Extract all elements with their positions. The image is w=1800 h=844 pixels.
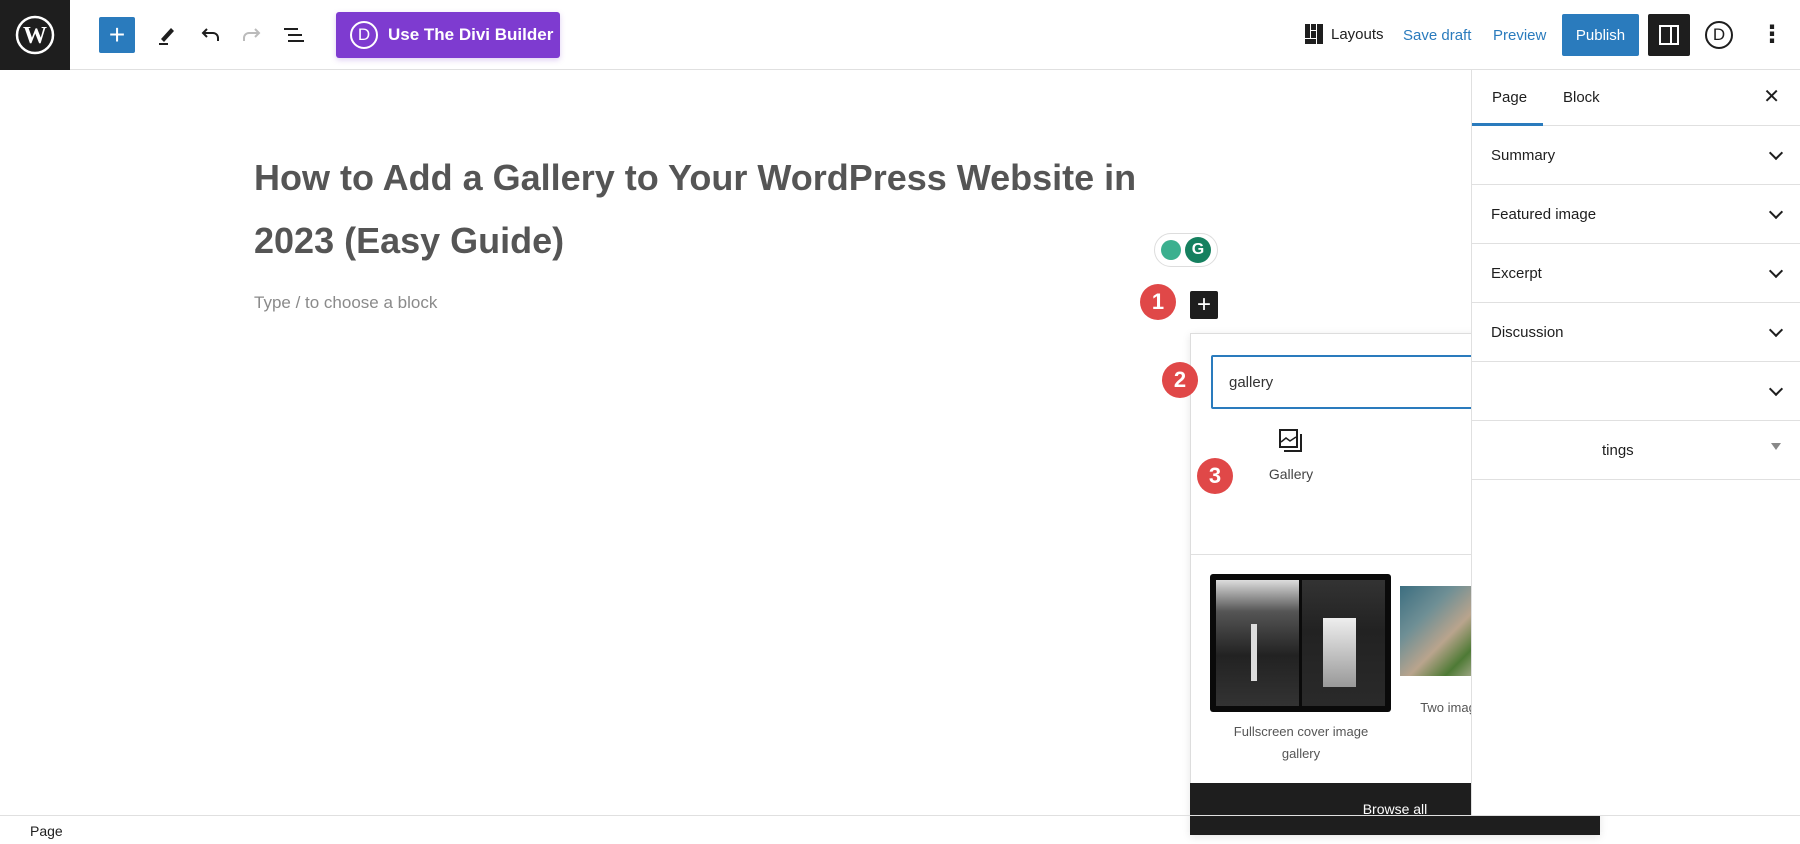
undo-icon[interactable] (195, 20, 225, 50)
layouts-label: Layouts (1331, 25, 1384, 43)
lightbulb-icon (1161, 240, 1181, 260)
options-menu-icon[interactable]: ⋮ (1760, 20, 1784, 49)
chevron-down-icon (1768, 322, 1784, 338)
panel-discussion[interactable]: Discussion (1472, 303, 1800, 362)
panel-summary[interactable]: Summary (1472, 126, 1800, 185)
waterfall-image-2 (1302, 580, 1385, 706)
waterfall-image-1 (1216, 580, 1299, 706)
layouts-button[interactable]: Layouts (1305, 24, 1384, 44)
panel-label: tings (1602, 441, 1634, 459)
panel-label: Discussion (1491, 323, 1564, 341)
chevron-down-icon (1768, 381, 1784, 397)
chevron-down-icon (1768, 145, 1784, 161)
annotation-badge-3: 3 (1197, 458, 1233, 494)
panel-excerpt[interactable]: Excerpt (1472, 244, 1800, 303)
document-overview-icon[interactable] (279, 20, 309, 50)
pattern-label: Fullscreen cover image gallery (1233, 724, 1369, 761)
panel-label: Summary (1491, 146, 1556, 164)
annotation-badge-1: 1 (1140, 284, 1176, 320)
inline-add-block-button[interactable]: + (1190, 291, 1218, 319)
wordpress-logo-icon[interactable]: W (0, 0, 70, 70)
panel-hidden[interactable] (1472, 362, 1800, 421)
add-block-button[interactable]: + (99, 17, 135, 53)
breadcrumb-page[interactable]: Page (30, 823, 63, 839)
panel-label: Excerpt (1491, 264, 1542, 282)
preview-button[interactable]: Preview (1493, 27, 1546, 44)
divi-builder-label: Use The Divi Builder (388, 25, 554, 44)
chevron-down-icon (1768, 204, 1784, 220)
layouts-icon (1305, 24, 1323, 44)
publish-button[interactable]: Publish (1562, 14, 1639, 56)
grammarly-icon: G (1185, 237, 1211, 263)
settings-sidebar-toggle[interactable] (1648, 14, 1690, 56)
settings-sidebar: Page Block ✕ Summary Featured image Exce… (1471, 70, 1800, 815)
gallery-icon (1279, 429, 1302, 452)
tab-page[interactable]: Page (1492, 70, 1527, 125)
svg-text:W: W (23, 23, 47, 49)
sidebar-icon (1659, 25, 1679, 45)
gallery-block-label: Gallery (1268, 466, 1314, 482)
tab-block[interactable]: Block (1563, 70, 1600, 125)
pattern-fullscreen-cover-gallery[interactable] (1210, 574, 1391, 712)
panel-settings[interactable]: tings (1472, 421, 1800, 480)
close-sidebar-icon[interactable]: ✕ (1763, 84, 1780, 109)
chevron-down-icon (1768, 263, 1784, 279)
save-draft-button[interactable]: Save draft (1403, 27, 1471, 44)
search-value: gallery (1229, 373, 1274, 391)
caret-down-icon (1771, 443, 1781, 450)
annotation-badge-2: 2 (1162, 362, 1198, 398)
divi-icon[interactable]: D (1705, 21, 1733, 49)
divi-builder-button[interactable]: D Use The Divi Builder (336, 12, 560, 58)
gallery-block-option[interactable]: Gallery (1231, 424, 1351, 504)
panel-label: Featured image (1491, 205, 1597, 223)
grammarly-widget[interactable]: G (1154, 233, 1218, 267)
redo-icon[interactable] (237, 20, 267, 50)
post-title[interactable]: How to Add a Gallery to Your WordPress W… (254, 146, 1194, 272)
block-placeholder[interactable]: Type / to choose a block (254, 293, 437, 313)
top-toolbar: W + D Use The Divi Builder Layouts Save … (0, 0, 1800, 70)
edit-pencil-icon[interactable] (152, 20, 182, 50)
panel-featured-image[interactable]: Featured image (1472, 185, 1800, 244)
footer-breadcrumb: Page (0, 815, 1800, 844)
divi-logo-icon: D (350, 21, 378, 49)
